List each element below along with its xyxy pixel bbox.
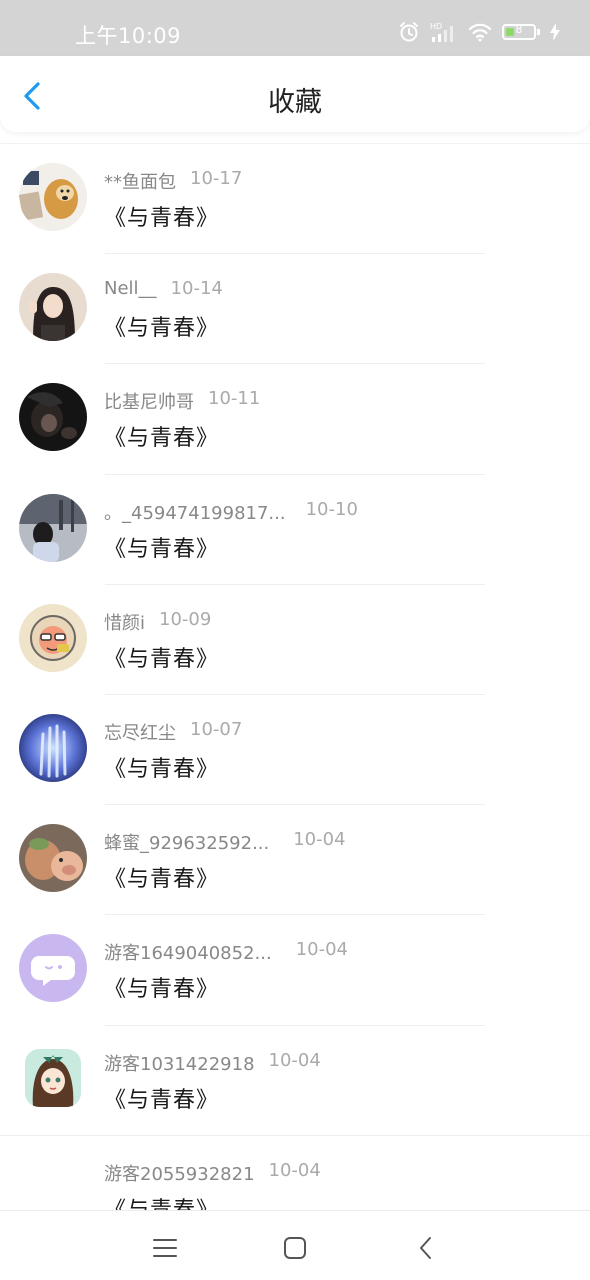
system-nav-bar — [0, 1210, 590, 1280]
item-date: 10-17 — [190, 168, 243, 189]
item-meta: 游客1031422918 10-04 — [104, 1050, 321, 1076]
charging-icon — [550, 23, 560, 41]
nav-back-button[interactable] — [412, 1233, 442, 1263]
item-title[interactable]: 《与青春》 — [104, 200, 219, 232]
battery-icon: 8 — [502, 23, 540, 41]
home-icon — [284, 1237, 306, 1259]
item-title[interactable]: 《与青春》 — [104, 751, 219, 783]
item-title[interactable]: 《与青春》 — [104, 641, 219, 673]
item-meta: 忘尽红尘 10-07 — [104, 719, 242, 745]
user-name: 。_459474199817... — [104, 502, 286, 524]
anime-girl-avatar[interactable] — [25, 1048, 81, 1107]
svg-text:HD: HD — [430, 22, 442, 31]
user-name: Nell__ — [104, 278, 157, 300]
item-title[interactable]: 《与青春》 — [104, 531, 219, 563]
item-meta: 游客2055932821 10-04 — [104, 1160, 321, 1186]
user-name: **鱼面包 — [104, 172, 176, 193]
user-name: 比基尼帅哥 — [104, 392, 194, 414]
list-item[interactable]: 游客2055932821 10-04 《与青春》 — [0, 1136, 590, 1210]
user-name: 忘尽红尘 — [104, 722, 176, 744]
battery-level: 8 — [515, 23, 523, 36]
girl-photo-avatar[interactable] — [19, 273, 87, 342]
item-meta: 惜颜i 10-09 — [104, 609, 211, 635]
item-date: 10-04 — [268, 1049, 321, 1071]
item-title[interactable]: 《与青春》 — [104, 971, 219, 1003]
default-guest-avatar[interactable] — [19, 934, 87, 1003]
blank-avatar[interactable] — [19, 1155, 87, 1210]
item-title[interactable]: 《与青春》 — [104, 310, 219, 342]
item-date: 10-04 — [268, 1159, 321, 1181]
hd-signal-icon: HD — [430, 22, 453, 42]
item-meta: 蜂蜜_929632592... 10-04 — [104, 829, 346, 855]
favorites-list: **鱼面包 10-17 《与青春》 Nell__ 10-14 《与青春》 比基尼… — [0, 143, 590, 1210]
item-date: 10-14 — [170, 278, 223, 300]
list-item[interactable]: 忘尽红尘 10-07 《与青春》 — [0, 695, 590, 806]
item-date: 10-07 — [190, 718, 243, 740]
cartoon-avatar[interactable] — [19, 603, 87, 672]
pig-avatar[interactable] — [19, 824, 87, 893]
list-item[interactable]: 。_459474199817... 10-10 《与青春》 — [0, 475, 590, 585]
item-date: 10-04 — [293, 829, 346, 851]
user-name: 游客1031422918 — [104, 1053, 255, 1075]
list-item[interactable]: 游客1649040852... 10-04 《与青春》 — [0, 915, 590, 1026]
list-item[interactable]: 蜂蜜_929632592... 10-04 《与青春》 — [0, 805, 590, 916]
item-meta: **鱼面包 10-17 — [104, 168, 242, 194]
list-item[interactable]: 比基尼帅哥 10-11 《与青春》 — [0, 364, 590, 475]
item-date: 10-04 — [295, 939, 348, 961]
menu-icon — [153, 1239, 177, 1257]
item-title[interactable]: 《与青春》 — [104, 861, 219, 893]
user-name: 惜颜i — [104, 612, 146, 634]
item-meta: Nell__ 10-14 — [104, 278, 223, 299]
menu-button[interactable] — [150, 1233, 180, 1263]
status-bar: 上午10:09 HD 8 — [0, 0, 590, 56]
back-icon — [420, 1237, 431, 1259]
user-name: 游客2055932821 — [104, 1163, 255, 1185]
item-meta: 游客1649040852... 10-04 — [104, 939, 348, 965]
item-date: 10-11 — [208, 388, 261, 410]
home-button[interactable] — [280, 1233, 310, 1263]
item-title[interactable]: 《与青春》 — [104, 1192, 219, 1210]
header-bar: 收藏 — [0, 56, 590, 132]
wifi-icon — [468, 23, 492, 42]
list-item[interactable]: Nell__ 10-14 《与青春》 — [0, 254, 590, 365]
list-item[interactable]: 游客1031422918 10-04 《与青春》 — [0, 1026, 590, 1136]
status-icons: HD 8 — [398, 21, 560, 43]
item-meta: 比基尼帅哥 10-11 — [104, 388, 260, 414]
status-time: 上午10:09 — [75, 24, 182, 48]
user-name: 游客1649040852... — [104, 943, 272, 965]
dog-meme-avatar[interactable] — [19, 163, 87, 231]
girl-street-avatar[interactable] — [19, 493, 87, 562]
dark-photo-avatar[interactable] — [19, 383, 87, 452]
item-meta: 。_459474199817... 10-10 — [104, 499, 358, 525]
item-date: 10-09 — [159, 608, 212, 630]
user-name: 蜂蜜_929632592... — [104, 833, 270, 855]
item-date: 10-10 — [305, 498, 358, 520]
blue-hand-avatar[interactable] — [19, 713, 87, 782]
page-title: 收藏 — [268, 87, 322, 118]
list-item[interactable]: 惜颜i 10-09 《与青春》 — [0, 585, 590, 695]
item-title[interactable]: 《与青春》 — [104, 420, 219, 452]
list-item[interactable]: **鱼面包 10-17 《与青春》 — [0, 144, 590, 255]
alarm-icon — [400, 22, 418, 42]
item-title[interactable]: 《与青春》 — [104, 1082, 219, 1114]
